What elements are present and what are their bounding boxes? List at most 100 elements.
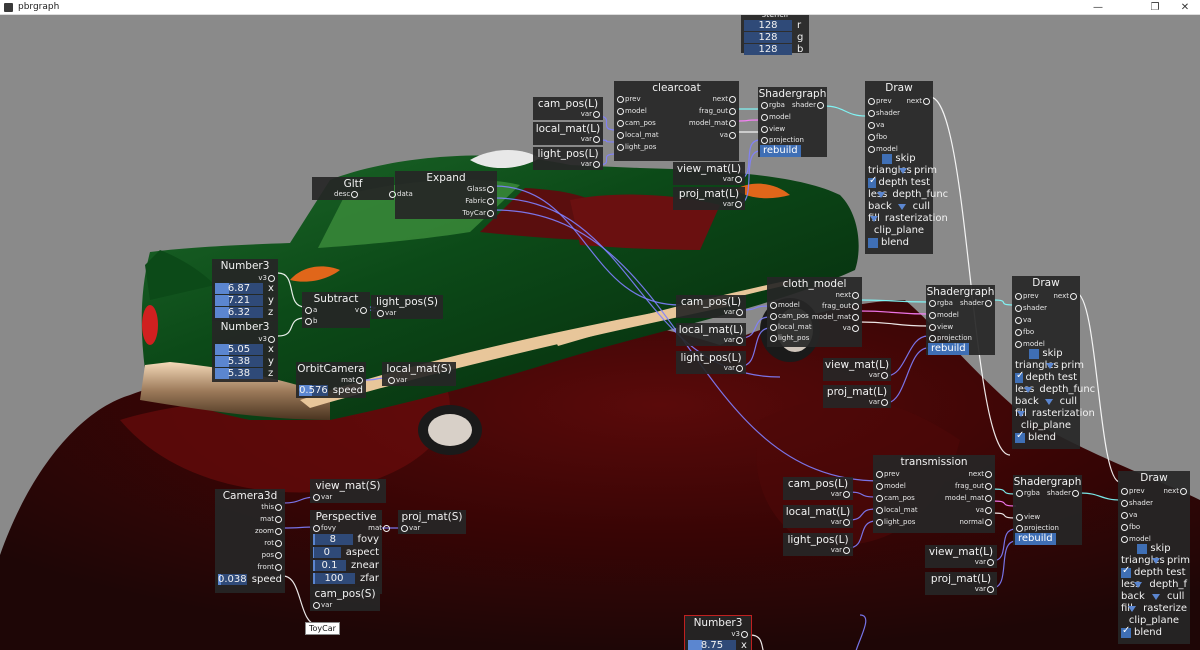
node-proj-mat-store[interactable]: proj_mat(S) var xyxy=(398,510,466,534)
viewport-3d[interactable]: stencil 128r 128g 128b Draw prev shader … xyxy=(0,15,1200,650)
port-model[interactable]: model xyxy=(868,145,898,153)
node-local-mat-load-1[interactable]: local_mat(L) var xyxy=(533,122,603,145)
depth-func-select[interactable]: less depth_func xyxy=(868,189,948,200)
port-next[interactable]: next xyxy=(906,97,930,105)
port-shader[interactable]: shader xyxy=(1047,489,1080,497)
minimize-button[interactable]: — xyxy=(1083,0,1113,15)
node-clearcoat[interactable]: clearcoat prev model cam_pos local_mat l… xyxy=(614,81,739,161)
port-var[interactable]: var xyxy=(831,518,851,526)
port-frag-out[interactable]: frag_out xyxy=(699,107,737,115)
port-va[interactable]: va xyxy=(1121,511,1137,519)
port-v3[interactable]: v3 xyxy=(731,630,748,638)
port-prev[interactable]: prev xyxy=(1015,292,1039,300)
node-light-pos-load-2[interactable]: light_pos(L) var xyxy=(676,351,746,374)
node-shadergraph-1[interactable]: Shadergraph rgba model view projection s… xyxy=(758,87,827,157)
port-va[interactable]: va xyxy=(1015,316,1031,324)
number3b-y[interactable]: 5.38 y xyxy=(215,356,275,367)
port-var[interactable]: var xyxy=(377,309,396,317)
cull-select[interactable]: back cull xyxy=(1015,396,1077,407)
port-model[interactable]: model xyxy=(761,113,791,121)
node-cam-pos-store[interactable]: cam_pos(S) var xyxy=(310,587,380,611)
port-model[interactable]: model xyxy=(1015,340,1045,348)
port-model[interactable]: model xyxy=(617,107,647,115)
port-var[interactable]: var xyxy=(724,364,744,372)
perspective-zfar[interactable]: 100 zfar xyxy=(313,573,379,584)
node-cam-pos-load-1[interactable]: cam_pos(L) var xyxy=(533,97,603,120)
port-var[interactable]: var xyxy=(831,490,851,498)
port-v3[interactable]: v3 xyxy=(258,274,275,282)
blend-toggle[interactable]: blend xyxy=(1015,430,1077,443)
node-light-pos-load-3[interactable]: light_pos(L) var xyxy=(783,533,853,556)
port-local-mat[interactable]: local_mat xyxy=(770,323,812,331)
node-light-pos-store[interactable]: light_pos(S) var xyxy=(371,295,443,319)
port-mat[interactable]: mat xyxy=(260,515,282,523)
number3b-z[interactable]: 5.38 z xyxy=(215,368,275,379)
node-perspective[interactable]: Perspective fovy mat 8 fovy 0 aspect 0.1 zn… xyxy=(310,510,390,594)
port-model-mat[interactable]: model_mat xyxy=(812,313,860,321)
port-var[interactable]: var xyxy=(313,601,332,609)
port-var[interactable]: var xyxy=(831,546,851,554)
port-rgba[interactable]: rgba xyxy=(761,101,785,109)
port-va[interactable]: va xyxy=(843,324,860,332)
node-view-mat-store[interactable]: view_mat(S) var xyxy=(310,479,386,503)
node-proj-mat-load-1[interactable]: proj_mat(L) var xyxy=(673,187,745,210)
port-b[interactable]: b xyxy=(305,317,317,325)
port-var[interactable]: var xyxy=(401,524,420,532)
port-light-pos[interactable]: light_pos xyxy=(876,518,915,526)
port-var[interactable]: var xyxy=(581,160,601,168)
port-var[interactable]: var xyxy=(388,376,407,384)
number3a-y[interactable]: 7.21 y xyxy=(215,295,275,306)
node-cam-pos-load-2[interactable]: cam_pos(L) var xyxy=(676,295,746,318)
node-proj-mat-load-3[interactable]: proj_mat(L) var xyxy=(925,572,997,595)
blend-toggle[interactable]: blend xyxy=(868,237,930,248)
cull-select[interactable]: back cull xyxy=(1121,591,1187,602)
port-var[interactable]: var xyxy=(723,200,743,208)
port-local-mat[interactable]: local_mat xyxy=(876,506,918,514)
port-cam-pos[interactable]: cam_pos xyxy=(876,494,915,502)
port-toycar[interactable]: ToyCar xyxy=(462,209,494,217)
perspective-znear[interactable]: 0.1 znear xyxy=(313,560,379,571)
port-shader[interactable]: shader xyxy=(1121,499,1153,507)
node-orbit-camera[interactable]: OrbitCamera mat 0.576 speed xyxy=(296,362,366,398)
perspective-aspect[interactable]: 0 aspect xyxy=(313,547,379,558)
port-rgba[interactable]: rgba xyxy=(929,299,953,307)
node-draw-2[interactable]: Draw prev shader va fbo model next skip … xyxy=(1012,276,1095,449)
port-projection[interactable]: projection xyxy=(761,136,804,144)
port-next[interactable]: next xyxy=(712,95,736,103)
port-view[interactable]: view xyxy=(761,125,785,133)
port-pos[interactable]: pos xyxy=(262,551,283,559)
port-model[interactable]: model xyxy=(1121,535,1151,543)
port-frag-out[interactable]: frag_out xyxy=(955,482,993,490)
stencil-r[interactable]: 128 r xyxy=(744,20,806,31)
perspective-fovy[interactable]: 8 fovy xyxy=(313,534,379,545)
port-zoom[interactable]: zoom xyxy=(255,527,283,535)
port-fbo[interactable]: fbo xyxy=(1121,523,1140,531)
node-number3-a[interactable]: Number3 v3 6.87 x 7.21 y 6.32 z xyxy=(212,259,278,321)
skip-toggle[interactable]: skip xyxy=(1121,543,1187,554)
number3b-x[interactable]: 5.05 x xyxy=(215,344,275,355)
port-shader[interactable]: shader xyxy=(1015,304,1047,312)
maximize-button[interactable]: ❐ xyxy=(1140,0,1170,15)
rebuild-button[interactable]: rebuild xyxy=(1015,533,1056,545)
port-var[interactable]: var xyxy=(869,371,889,379)
node-proj-mat-load-2[interactable]: proj_mat(L) var xyxy=(823,385,891,408)
node-shadergraph-3[interactable]: Shadergraph rgba view projection shader … xyxy=(1013,475,1082,545)
port-next[interactable]: next xyxy=(968,470,992,478)
orbit-speed[interactable]: 0.576 speed xyxy=(299,385,363,396)
node-view-mat-load-1[interactable]: view_mat(L) var xyxy=(673,162,745,185)
port-next[interactable]: next xyxy=(1053,292,1077,300)
port-var[interactable]: var xyxy=(724,336,744,344)
port-light-pos[interactable]: light_pos xyxy=(770,334,809,342)
stencil-g[interactable]: 128 g xyxy=(744,32,806,43)
depth-func-select[interactable]: less depth_f xyxy=(1121,579,1187,590)
port-fovy[interactable]: fovy xyxy=(313,524,336,532)
port-cam-pos[interactable]: cam_pos xyxy=(770,312,809,320)
rebuild-button[interactable]: rebuild xyxy=(928,343,969,355)
node-cam-pos-load-3[interactable]: cam_pos(L) var xyxy=(783,477,853,500)
node-local-mat-store[interactable]: local_mat(S) var xyxy=(382,362,456,386)
node-view-mat-load-2[interactable]: view_mat(L) var xyxy=(823,358,891,381)
blend-toggle[interactable]: blend xyxy=(1121,625,1187,638)
port-view[interactable]: view xyxy=(1016,513,1040,521)
port-va[interactable]: va xyxy=(976,506,993,514)
skip-toggle[interactable]: skip xyxy=(868,153,930,164)
